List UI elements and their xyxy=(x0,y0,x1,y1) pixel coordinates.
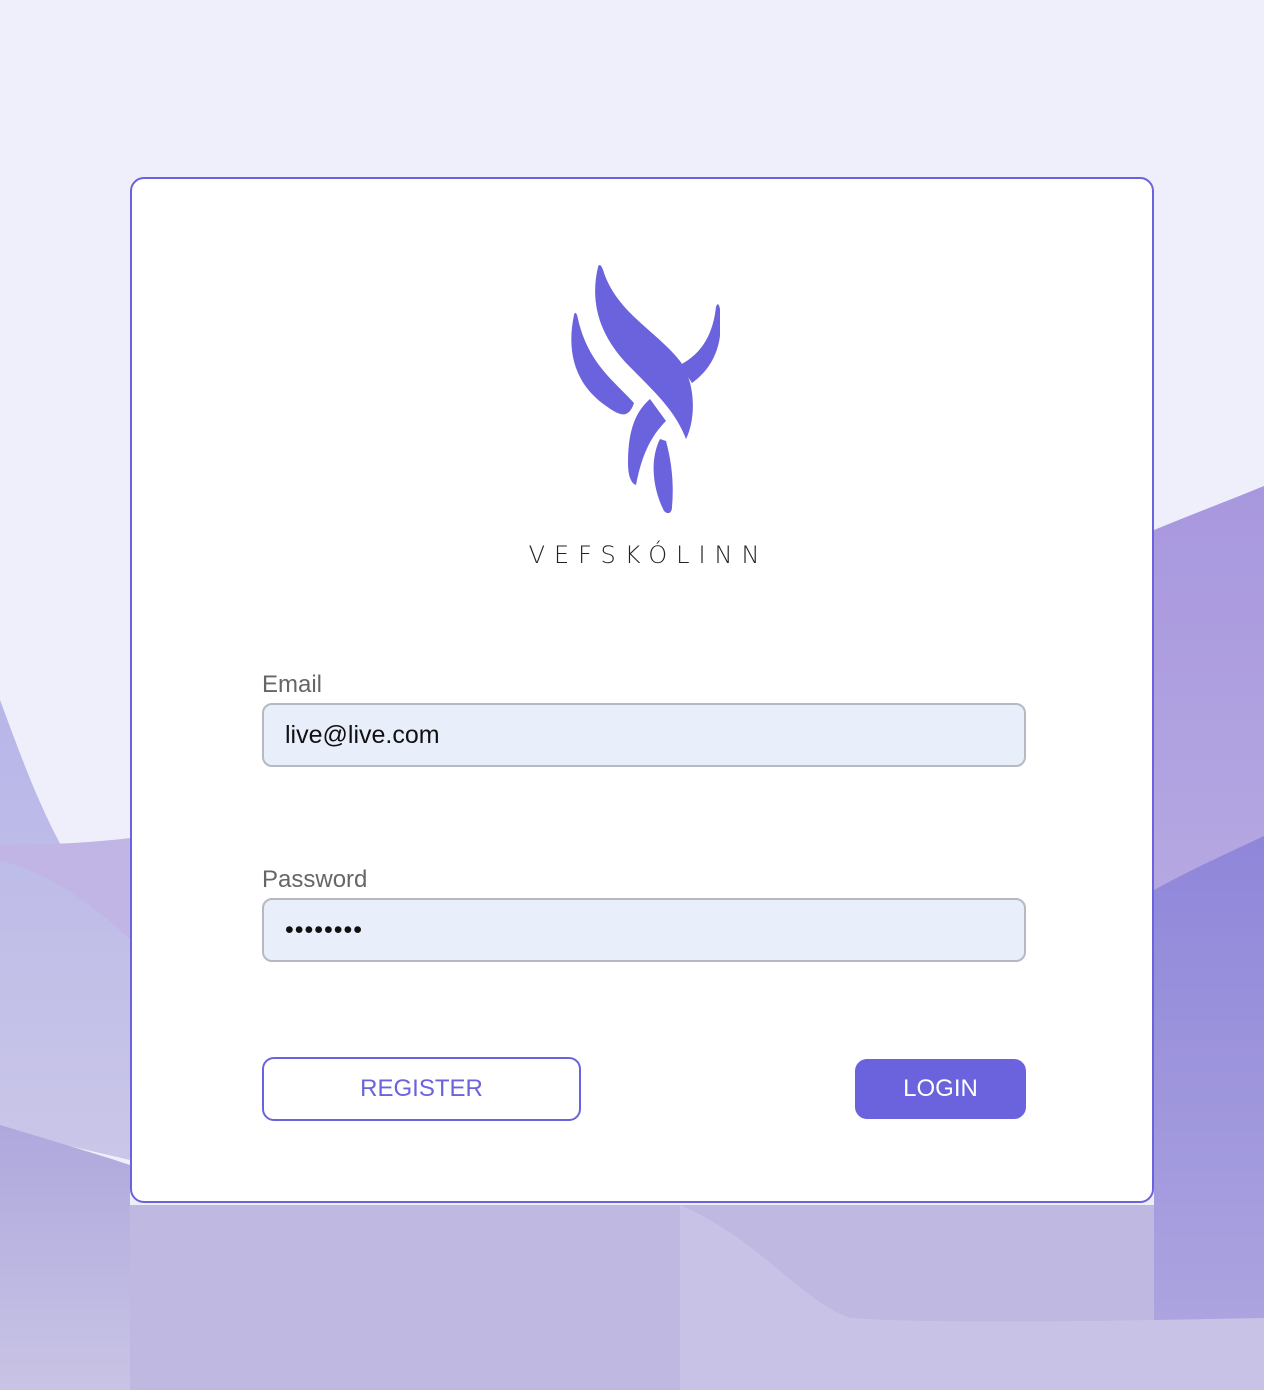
login-card: VEFSKÓLINN Email Password REGISTER LOGIN xyxy=(130,177,1154,1203)
email-label: Email xyxy=(262,671,323,698)
register-button[interactable]: REGISTER xyxy=(262,1057,581,1121)
email-field[interactable] xyxy=(262,703,1026,767)
password-field[interactable] xyxy=(262,898,1026,962)
password-label: Password xyxy=(262,866,368,893)
login-button[interactable]: LOGIN xyxy=(855,1059,1026,1119)
vefskolinn-flame-logo-icon xyxy=(571,265,720,514)
brand-name: VEFSKÓLINN xyxy=(528,541,769,569)
